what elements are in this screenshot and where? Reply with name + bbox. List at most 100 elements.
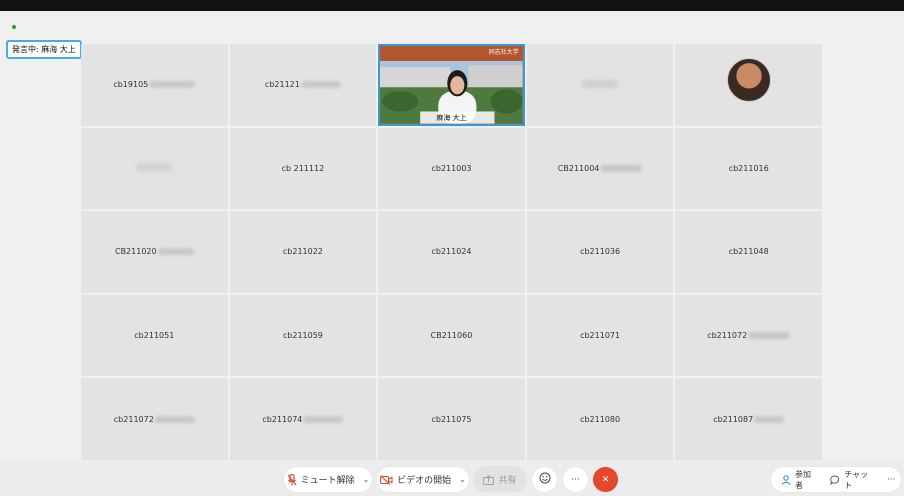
participant-name-text: cb211016 xyxy=(728,163,769,173)
participant-name: cb211072 xyxy=(114,415,195,424)
redacted-name xyxy=(300,81,341,89)
microphone-muted-icon xyxy=(287,473,297,486)
participant-name-text: CB211004 xyxy=(557,163,600,173)
participant-tile[interactable]: CB211004 xyxy=(526,127,674,210)
chat-label: チャット xyxy=(844,469,869,490)
chat-button[interactable]: チャット xyxy=(830,469,875,491)
participant-tile[interactable]: cb211051 xyxy=(81,294,228,377)
participant-tile[interactable]: cb211075 xyxy=(378,378,525,460)
video-banner-text: 同志社大学 xyxy=(488,49,519,56)
participant-tile[interactable]: cb211024 xyxy=(378,211,525,293)
start-video-button[interactable]: ビデオの開始 ⌄ xyxy=(377,467,469,492)
participant-tile[interactable]: cb21121 xyxy=(229,44,377,126)
participant-name: cb211072 xyxy=(707,331,791,341)
participant-name: cb19105 xyxy=(113,80,196,90)
reactions-button[interactable] xyxy=(532,467,557,492)
participant-name: cb211022 xyxy=(283,247,323,256)
participant-tile[interactable]: cb211048 xyxy=(675,211,822,293)
right-controls: 参加者 チャット ··· xyxy=(771,467,901,492)
participant-name-text: cb211087 xyxy=(713,414,754,424)
participant-name: cb211051 xyxy=(134,331,174,340)
more-options-button[interactable]: ··· xyxy=(563,467,588,492)
participant-name-text: cb211048 xyxy=(728,247,769,257)
chevron-down-icon[interactable]: ⌄ xyxy=(459,475,466,484)
redacted-name xyxy=(154,415,195,423)
participants-label: 参加者 xyxy=(795,469,811,490)
participant-tile[interactable] xyxy=(675,44,822,126)
participant-name-text: cb211051 xyxy=(134,331,175,341)
redacted-name xyxy=(600,164,643,172)
participant-tile[interactable] xyxy=(526,44,674,126)
start-video-label: ビデオの開始 xyxy=(397,476,452,486)
unmute-button[interactable]: ミュート解除 ⌄ xyxy=(284,467,372,492)
redacted-name xyxy=(136,163,173,172)
participant-tile[interactable]: cb211003 xyxy=(378,127,525,210)
participant-name: cb 211112 xyxy=(282,164,325,173)
participant-name-text: cb211071 xyxy=(580,331,621,341)
participant-tile[interactable]: cb211071 xyxy=(526,294,674,377)
participant-name-text: cb21121 xyxy=(264,80,300,90)
avatar xyxy=(727,58,772,102)
participants-button[interactable]: 参加者 xyxy=(781,469,818,491)
participant-tile[interactable]: cb211036 xyxy=(526,211,674,293)
participant-tile[interactable]: cb211059 xyxy=(229,294,377,377)
participant-tile[interactable]: cb211087 xyxy=(675,378,822,460)
window-top-bar xyxy=(0,0,904,11)
participant-name: cb211003 xyxy=(431,164,471,173)
participant-tile[interactable]: cb211080 xyxy=(526,378,674,460)
share-button[interactable]: 共有 xyxy=(474,467,526,492)
participant-name: CB211004 xyxy=(558,164,643,173)
participant-tile[interactable]: CB211060 xyxy=(378,294,525,377)
more-options-label: ··· xyxy=(571,474,580,485)
participant-name: cb211024 xyxy=(431,247,471,256)
participant-name: cb211074 xyxy=(262,414,344,424)
participant-name: cb211087 xyxy=(713,414,785,424)
participant-name: cb211059 xyxy=(283,331,323,340)
smiley-icon xyxy=(539,472,551,487)
participant-name-text: cb211003 xyxy=(431,163,472,173)
participant-name-text: cb211075 xyxy=(431,414,472,424)
participant-name-text: cb211022 xyxy=(282,247,323,257)
redacted-name xyxy=(157,248,194,256)
participant-name: CB211020 xyxy=(115,247,194,256)
meeting-toolbar: ミュート解除 ⌄ ビデオの開始 ⌄ 共有 ··· ✕ 参加者 チャット ··· xyxy=(0,462,904,496)
participant-tile[interactable]: cb211072 xyxy=(81,378,228,460)
participant-name-text: cb 211112 xyxy=(281,163,325,173)
share-icon xyxy=(483,474,495,485)
overflow-menu-button[interactable]: ··· xyxy=(887,475,895,484)
participant-name-text: cb211080 xyxy=(580,414,621,424)
redacted-name xyxy=(581,79,620,88)
participant-name-text: cb211072 xyxy=(707,331,748,341)
active-speaker-badge: 発言中: 麻海 大上 xyxy=(6,40,82,59)
participant-tile[interactable]: cb211022 xyxy=(229,211,377,293)
close-icon: ✕ xyxy=(601,474,610,485)
share-label: 共有 xyxy=(498,476,517,486)
participant-name-text: CB211020 xyxy=(114,247,157,257)
participant-name-text: cb211072 xyxy=(113,414,154,424)
participant-tile[interactable]: cb 211112 xyxy=(229,127,377,210)
participant-name: cb211080 xyxy=(580,415,620,424)
participant-tile[interactable]: cb211074 xyxy=(229,378,377,460)
status-dot xyxy=(12,25,16,29)
participant-grid: cb19105 cb21121 同志社大学麻海 大上 cb 211112 cb21100… xyxy=(81,44,822,460)
video-caption: 麻海 大上 xyxy=(436,113,467,122)
leave-meeting-button[interactable]: ✕ xyxy=(593,467,618,492)
participant-tile[interactable]: cb211072 xyxy=(675,294,822,377)
active-video-tile[interactable]: 同志社大学麻海 大上 xyxy=(378,44,525,126)
participant-tile[interactable]: cb19105 xyxy=(81,44,228,126)
participant-name: cb211036 xyxy=(580,247,620,256)
redacted-name xyxy=(149,81,196,89)
participant-tile[interactable]: cb211016 xyxy=(675,127,822,210)
participant-tile[interactable]: CB211020 xyxy=(81,211,228,293)
participant-name: cb211075 xyxy=(431,415,471,424)
participant-name-text: CB211060 xyxy=(430,331,473,341)
redacted-name xyxy=(748,332,791,340)
participant-name-text: cb211036 xyxy=(580,247,621,257)
redacted-name xyxy=(754,415,785,423)
participant-tile[interactable] xyxy=(81,127,228,210)
participant-name xyxy=(136,163,173,173)
participant-name-text: cb19105 xyxy=(113,80,149,90)
chevron-down-icon[interactable]: ⌄ xyxy=(363,475,370,484)
unmute-label: ミュート解除 xyxy=(300,476,355,486)
participant-name-text: cb211074 xyxy=(262,414,303,424)
